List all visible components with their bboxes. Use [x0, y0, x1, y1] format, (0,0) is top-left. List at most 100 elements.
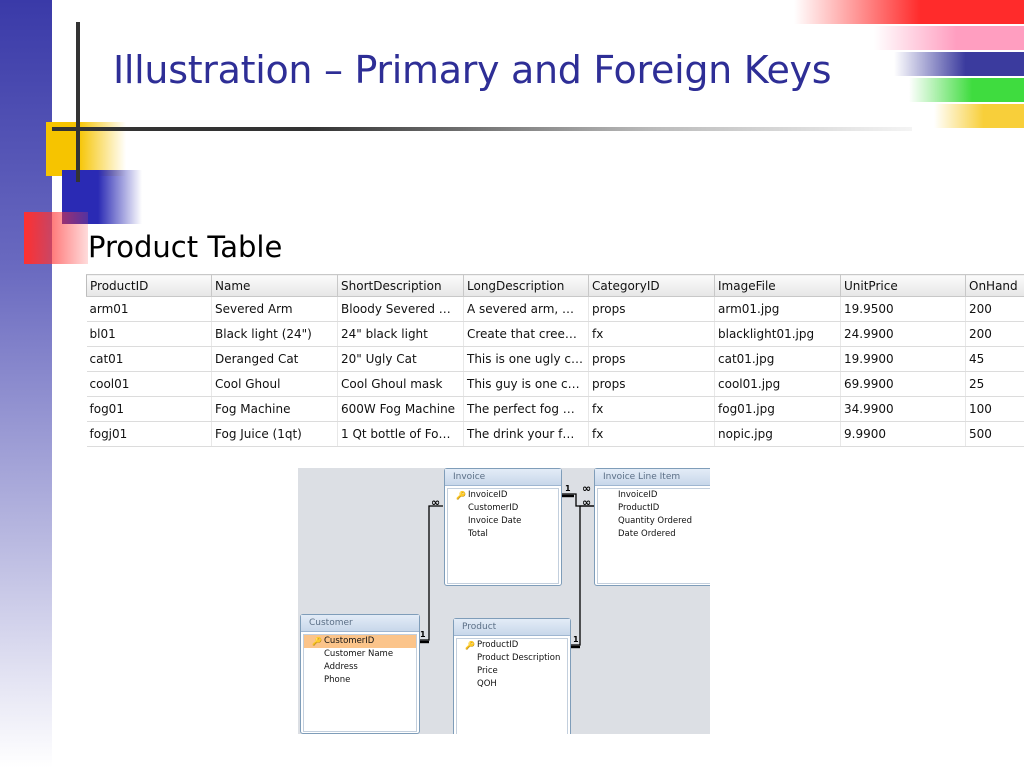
table-cell[interactable]: fx	[588, 421, 715, 447]
table-cell[interactable]: 9.9900	[840, 421, 966, 447]
field-row[interactable]: ProductID	[598, 502, 710, 515]
left-gradient-band	[0, 0, 52, 768]
table-cell[interactable]: arm01	[86, 296, 212, 322]
field-row[interactable]: Date Ordered	[598, 528, 710, 541]
table-cell[interactable]: 19.9900	[840, 346, 966, 372]
table-cell[interactable]: Cool Ghoul mask	[337, 371, 464, 397]
field-name: InvoiceID	[468, 490, 508, 500]
table-cell[interactable]: 200	[965, 321, 1024, 347]
field-row[interactable]: Total	[448, 528, 558, 541]
table-row: bl01 Black light (24") 24" black light C…	[86, 321, 1024, 347]
table-cell[interactable]: The perfect fog …	[463, 396, 589, 422]
key-icon: 🔑	[465, 641, 475, 650]
field-row-selected[interactable]: 🔑 CustomerID	[304, 635, 416, 648]
column-header[interactable]: ProductID	[86, 274, 212, 297]
table-cell[interactable]: 20" Ugly Cat	[337, 346, 464, 372]
table-cell[interactable]: props	[588, 371, 715, 397]
key-icon: 🔑	[312, 637, 322, 646]
product-table-box[interactable]: Product 🔑 ProductID Product Description P…	[453, 618, 571, 734]
table-cell[interactable]: cool01	[86, 371, 212, 397]
field-row[interactable]: Quantity Ordered	[598, 515, 710, 528]
table-cell[interactable]: fx	[588, 321, 715, 347]
table-cell[interactable]: 25	[965, 371, 1024, 397]
yellow-corner-stripe	[934, 104, 1024, 128]
table-cell[interactable]: 500	[965, 421, 1024, 447]
table-cell[interactable]: 1 Qt bottle of Fo…	[337, 421, 464, 447]
field-list: InvoiceID ProductID Quantity Ordered Dat…	[597, 488, 710, 584]
table-cell[interactable]: fog01.jpg	[714, 396, 841, 422]
table-cell[interactable]: Create that cree…	[463, 321, 589, 347]
table-cell[interactable]: 200	[965, 296, 1024, 322]
table-cell[interactable]: This is one ugly cat.	[463, 346, 589, 372]
invoice-table-box[interactable]: Invoice 🔑 InvoiceID CustomerID Invoice Da…	[444, 468, 562, 586]
field-row[interactable]: CustomerID	[448, 502, 558, 515]
table-cell[interactable]: 24" black light	[337, 321, 464, 347]
column-header[interactable]: CategoryID	[588, 274, 715, 297]
table-cell[interactable]: cat01.jpg	[714, 346, 841, 372]
field-row[interactable]: InvoiceID	[598, 489, 710, 502]
table-title[interactable]: Customer	[301, 615, 419, 632]
table-cell[interactable]: fog01	[86, 396, 212, 422]
table-cell[interactable]: nopic.jpg	[714, 421, 841, 447]
table-cell[interactable]: Cool Ghoul	[211, 371, 338, 397]
section-heading: Product Table	[88, 230, 283, 264]
table-cell[interactable]: bl01	[86, 321, 212, 347]
table-cell[interactable]: blacklight01.jpg	[714, 321, 841, 347]
field-name: ProductID	[618, 503, 660, 513]
table-cell[interactable]: A severed arm, …	[463, 296, 589, 322]
column-header[interactable]: UnitPrice	[840, 274, 966, 297]
field-row[interactable]: 🔑 InvoiceID	[448, 489, 558, 502]
column-header[interactable]: LongDescription	[463, 274, 589, 297]
table-cell[interactable]: cool01.jpg	[714, 371, 841, 397]
table-title[interactable]: Product	[454, 619, 570, 636]
field-name: CustomerID	[324, 636, 375, 646]
table-cell[interactable]: cat01	[86, 346, 212, 372]
field-row[interactable]: Customer Name	[304, 648, 416, 661]
field-row[interactable]: Price	[457, 665, 567, 678]
table-cell[interactable]: 45	[965, 346, 1024, 372]
table-cell[interactable]: fogj01	[86, 421, 212, 447]
relationship-diagram: 1 ∞ 1 ∞ 1 ∞ Invoice 🔑 InvoiceID CustomerI…	[298, 468, 710, 734]
column-header[interactable]: ShortDescription	[337, 274, 464, 297]
table-cell[interactable]: 19.9500	[840, 296, 966, 322]
table-cell[interactable]: Bloody Severed …	[337, 296, 464, 322]
field-row[interactable]: Phone	[304, 674, 416, 687]
field-row[interactable]: Address	[304, 661, 416, 674]
table-cell[interactable]: Fog Machine	[211, 396, 338, 422]
table-cell[interactable]: Severed Arm	[211, 296, 338, 322]
table-cell[interactable]: Black light (24")	[211, 321, 338, 347]
field-name: Price	[477, 666, 498, 676]
table-cell[interactable]: 100	[965, 396, 1024, 422]
customer-table-box[interactable]: Customer 🔑 CustomerID Customer Name Addre…	[300, 614, 420, 734]
table-cell[interactable]: 24.9900	[840, 321, 966, 347]
column-header[interactable]: ImageFile	[714, 274, 841, 297]
table-cell[interactable]: Deranged Cat	[211, 346, 338, 372]
field-name: Date Ordered	[618, 529, 676, 539]
table-cell[interactable]: Fog Juice (1qt)	[211, 421, 338, 447]
relation-line-customer-invoice	[417, 505, 443, 641]
table-cell[interactable]: The drink your f…	[463, 421, 589, 447]
table-cell[interactable]: arm01.jpg	[714, 296, 841, 322]
title-underline	[52, 127, 912, 131]
table-cell[interactable]: 34.9900	[840, 396, 966, 422]
table-cell[interactable]: fx	[588, 396, 715, 422]
product-table: ProductID Name ShortDescription LongDesc…	[86, 274, 1024, 447]
field-row[interactable]: 🔑 ProductID	[457, 639, 567, 652]
relation-line-product-lineitem	[569, 505, 594, 646]
invoice-line-item-table-box[interactable]: Invoice Line Item InvoiceID ProductID Qu…	[594, 468, 710, 586]
title-vertical-rule	[76, 22, 80, 182]
column-header[interactable]: Name	[211, 274, 338, 297]
table-cell[interactable]: props	[588, 296, 715, 322]
table-title[interactable]: Invoice Line Item	[595, 469, 710, 486]
table-cell[interactable]: 600W Fog Machine	[337, 396, 464, 422]
column-header[interactable]: OnHand	[965, 274, 1024, 297]
field-row[interactable]: Product Description	[457, 652, 567, 665]
field-row[interactable]: Invoice Date	[448, 515, 558, 528]
field-row[interactable]: QOH	[457, 678, 567, 691]
table-row: arm01 Severed Arm Bloody Severed … A sev…	[86, 296, 1024, 322]
many-label: ∞	[582, 482, 592, 495]
table-cell[interactable]: This guy is one c…	[463, 371, 589, 397]
table-cell[interactable]: props	[588, 346, 715, 372]
table-cell[interactable]: 69.9900	[840, 371, 966, 397]
table-title[interactable]: Invoice	[445, 469, 561, 486]
